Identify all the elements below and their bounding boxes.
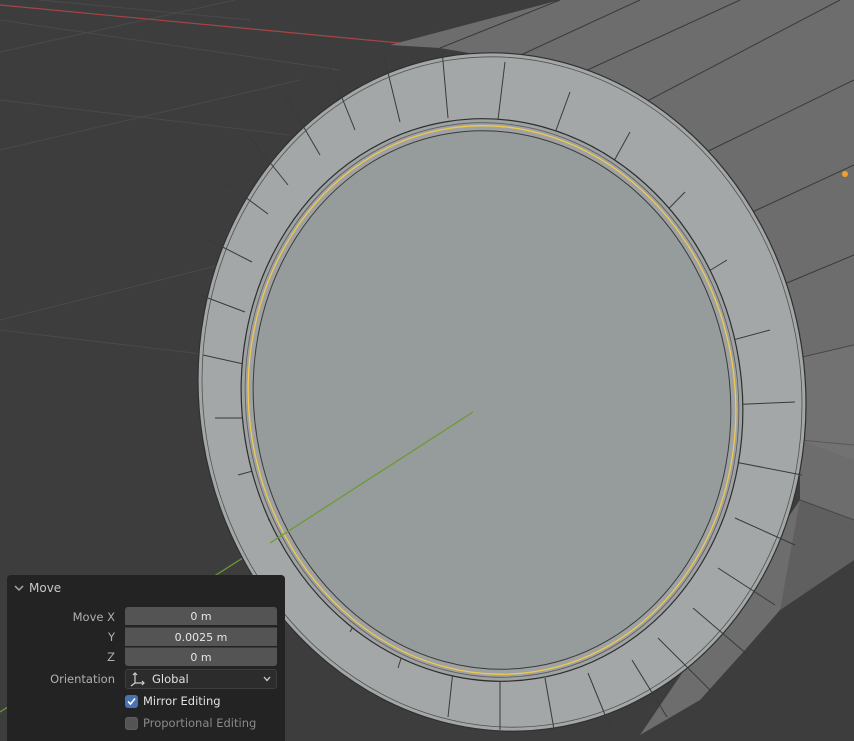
panel-title: Move bbox=[29, 581, 62, 595]
move-z-field[interactable]: 0 m bbox=[125, 647, 277, 666]
redo-last-panel: Move Move X 0 m Y 0.0025 m Z 0 m Orienta… bbox=[7, 575, 285, 741]
proportional-editing-label: Proportional Editing bbox=[143, 716, 257, 730]
move-x-row: Move X 0 m bbox=[7, 607, 285, 627]
move-x-label: Move X bbox=[72, 610, 115, 624]
orientation-dropdown[interactable]: Global bbox=[125, 669, 277, 689]
move-y-label: Y bbox=[107, 630, 115, 644]
move-z-row: Z 0 m bbox=[7, 647, 285, 667]
chevron-down-icon[interactable] bbox=[13, 582, 25, 594]
mirror-editing-label: Mirror Editing bbox=[143, 694, 221, 708]
global-axes-icon bbox=[130, 672, 145, 687]
move-z-label: Z bbox=[107, 650, 115, 664]
mirror-editing-checkbox[interactable] bbox=[125, 694, 138, 708]
object-origin-dot bbox=[842, 171, 848, 177]
move-y-field[interactable]: 0.0025 m bbox=[125, 627, 277, 646]
checkmark-icon bbox=[127, 697, 136, 705]
dropdown-arrow-icon bbox=[263, 676, 271, 682]
orientation-value: Global bbox=[152, 672, 189, 686]
move-x-field[interactable]: 0 m bbox=[125, 607, 277, 625]
mirror-editing-row[interactable]: Mirror Editing bbox=[125, 692, 221, 710]
orientation-label: Orientation bbox=[50, 672, 115, 686]
move-y-row: Y 0.0025 m bbox=[7, 627, 285, 647]
proportional-editing-row[interactable]: Proportional Editing bbox=[125, 714, 256, 732]
orientation-row: Orientation Global bbox=[7, 669, 285, 689]
proportional-editing-checkbox[interactable] bbox=[125, 716, 138, 730]
panel-header-move[interactable]: Move bbox=[13, 579, 61, 597]
